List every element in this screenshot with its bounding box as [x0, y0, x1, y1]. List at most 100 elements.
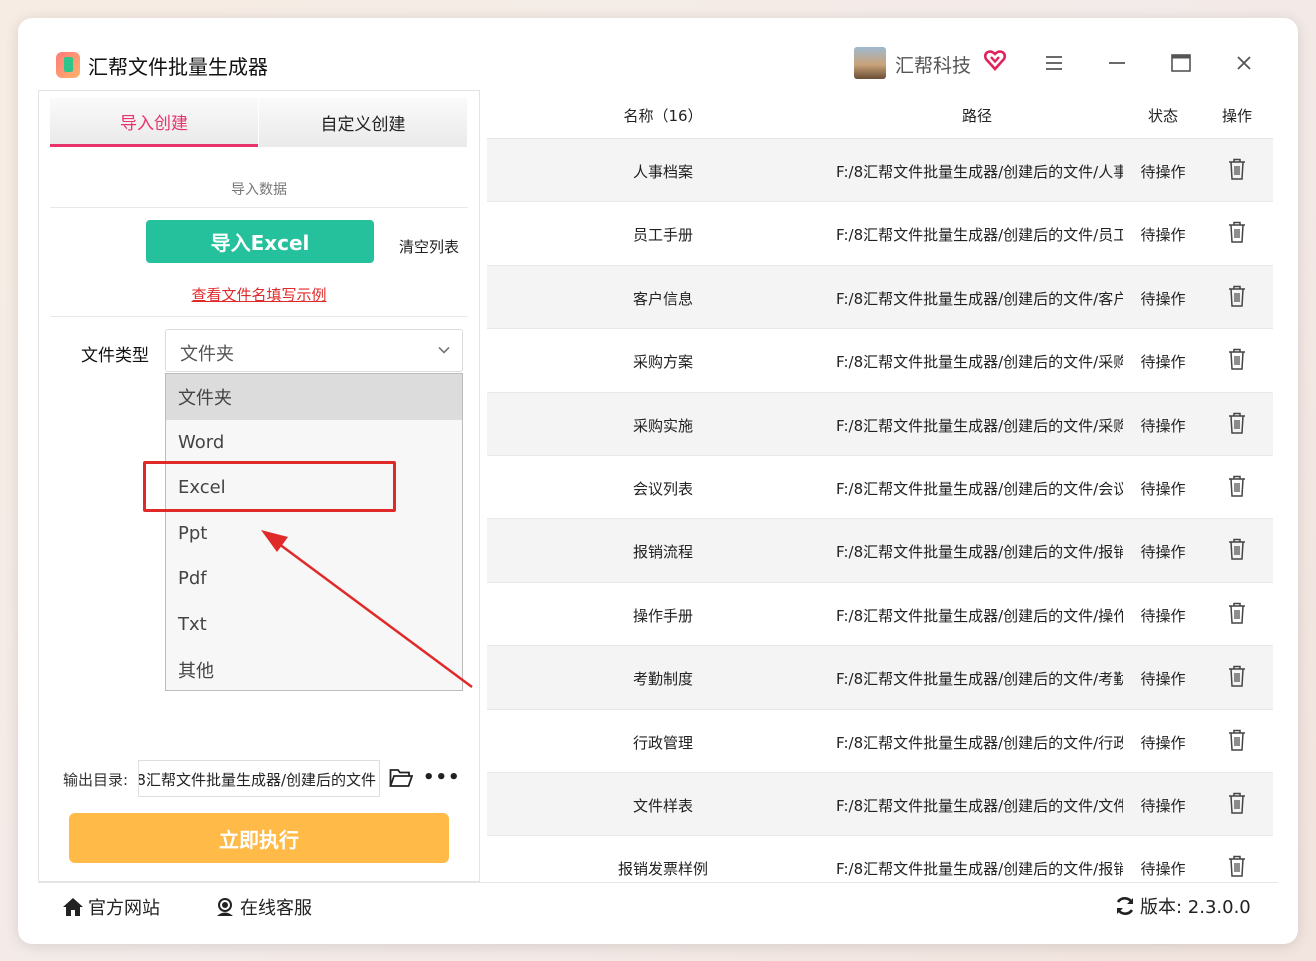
table-row[interactable]: 人事档案 F:/8汇帮文件批量生成器/创建后的文件/人事档案待操作 — [487, 139, 1273, 203]
row-status: 待操作 — [1140, 606, 1186, 625]
table-row[interactable]: 采购方案 F:/8汇帮文件批量生成器/创建后的文件/采购方案待操作 — [487, 329, 1273, 393]
row-path: F:/8汇帮文件批量生成器/创建后的文件/操作手册 — [836, 606, 1123, 625]
row-path: F:/8汇帮文件批量生成器/创建后的文件/人事档案 — [836, 163, 1123, 181]
menu-button[interactable] — [1039, 48, 1069, 78]
run-now-button[interactable]: 立即执行 — [69, 813, 449, 863]
home-icon — [63, 898, 83, 916]
row-status: 待操作 — [1140, 670, 1186, 689]
trash-icon[interactable] — [1228, 538, 1246, 561]
trash-icon[interactable] — [1228, 792, 1246, 814]
row-path: F:/8汇帮文件批量生成器/创建后的文件/文件样表 — [836, 797, 1123, 815]
row-path: F:/8汇帮文件批量生成器/创建后的文件/报销发票样例 — [836, 860, 1123, 879]
dropdown-option-txt[interactable]: Txt — [166, 602, 462, 648]
online-service-label: 在线客服 — [240, 898, 312, 919]
version-label: 版本: 2.3.0.0 — [1140, 897, 1251, 918]
dropdown-option-other[interactable]: 其他 — [166, 647, 462, 693]
row-path: F:/8汇帮文件批量生成器/创建后的文件/报销流程 — [836, 543, 1123, 562]
trash-icon[interactable] — [1228, 855, 1246, 878]
tab-custom-create[interactable]: 自定义创建 — [259, 98, 467, 147]
more-options-icon[interactable]: ••• — [423, 767, 461, 788]
table-row[interactable]: 采购实施 F:/8汇帮文件批量生成器/创建后的文件/采购实施待操作 — [487, 392, 1273, 456]
brand-name: 汇帮科技 — [895, 55, 972, 77]
row-name: 报销流程 — [632, 543, 693, 562]
trash-icon[interactable] — [1228, 665, 1246, 687]
official-site-label: 官方网站 — [88, 898, 160, 919]
row-status: 待操作 — [1140, 860, 1186, 879]
dropdown-option-ppt[interactable]: Ppt — [166, 511, 462, 557]
header-status: 状态 — [1147, 107, 1178, 125]
table-header: 名称（16） 路径 状态 操作 — [487, 90, 1273, 139]
file-type-label: 文件类型 — [81, 346, 149, 366]
file-type-dropdown: 文件夹 Word Excel Ppt Pdf Txt 其他 — [165, 373, 463, 691]
close-button[interactable] — [1229, 48, 1259, 78]
table-row[interactable]: 客户信息 F:/8汇帮文件批量生成器/创建后的文件/客户信息待操作 — [487, 265, 1273, 330]
table-row[interactable]: 报销发票样例 F:/8汇帮文件批量生成器/创建后的文件/报销发票样例待操作 — [487, 836, 1273, 882]
trash-icon[interactable] — [1228, 729, 1246, 751]
table-row[interactable]: 会议列表 F:/8汇帮文件批量生成器/创建后的文件/会议列表待操作 — [487, 456, 1273, 520]
row-status: 待操作 — [1140, 543, 1186, 562]
left-panel: 导入创建 自定义创建 导入数据 导入Excel 清空列表 查看文件名填写示例 文… — [38, 90, 480, 882]
folder-icon[interactable] — [389, 767, 413, 789]
table-row[interactable]: 文件样表 F:/8汇帮文件批量生成器/创建后的文件/文件样表待操作 — [487, 773, 1273, 837]
divider — [50, 316, 468, 317]
vip-heart-icon[interactable] — [983, 48, 1007, 72]
trash-icon[interactable] — [1228, 221, 1246, 244]
row-path: F:/8汇帮文件批量生成器/创建后的文件/考勤制度 — [836, 670, 1123, 689]
file-type-select[interactable]: 文件夹 — [165, 329, 463, 372]
trash-icon[interactable] — [1228, 475, 1246, 497]
table-row[interactable]: 操作手册 F:/8汇帮文件批量生成器/创建后的文件/操作手册待操作 — [487, 583, 1273, 647]
import-excel-button[interactable]: 导入Excel — [146, 220, 374, 263]
trash-icon[interactable] — [1228, 348, 1246, 370]
row-name: 客户信息 — [632, 289, 693, 308]
minimize-icon — [1109, 62, 1125, 64]
divider — [50, 207, 468, 208]
close-icon — [1237, 56, 1251, 70]
output-dir-label: 输出目录: — [63, 771, 129, 789]
row-path: F:/8汇帮文件批量生成器/创建后的文件/采购实施 — [836, 416, 1123, 435]
row-path: F:/8汇帮文件批量生成器/创建后的文件/会议列表 — [836, 480, 1123, 498]
row-name: 采购方案 — [632, 353, 693, 372]
online-service-link[interactable]: 在线客服 — [214, 894, 312, 920]
row-status: 待操作 — [1140, 353, 1186, 372]
row-path: F:/8汇帮文件批量生成器/创建后的文件/员工手册 — [836, 226, 1123, 245]
trash-icon[interactable] — [1228, 412, 1246, 434]
minimize-button[interactable] — [1102, 48, 1132, 78]
trash-icon[interactable] — [1228, 602, 1246, 624]
table-row[interactable]: 考勤制度 F:/8汇帮文件批量生成器/创建后的文件/考勤制度待操作 — [487, 646, 1273, 710]
chevron-down-icon — [438, 346, 450, 354]
dropdown-option-pdf[interactable]: Pdf — [166, 556, 462, 602]
row-path: F:/8汇帮文件批量生成器/创建后的文件/采购方案 — [836, 353, 1123, 372]
table-row[interactable]: 报销流程 F:/8汇帮文件批量生成器/创建后的文件/报销流程待操作 — [487, 519, 1273, 583]
maximize-button[interactable] — [1166, 48, 1196, 78]
row-name: 会议列表 — [632, 480, 693, 498]
official-site-link[interactable]: 官方网站 — [62, 894, 160, 920]
tab-import-create[interactable]: 导入创建 — [50, 98, 258, 147]
dropdown-option-word[interactable]: Word — [166, 420, 462, 466]
trash-icon[interactable] — [1228, 285, 1246, 307]
output-dir-input[interactable]: F:/8汇帮文件批量生成器/创建后的文件 — [138, 760, 380, 797]
file-type-value: 文件夹 — [180, 344, 234, 365]
filename-example-link[interactable]: 查看文件名填写示例 — [50, 284, 468, 305]
file-table: 名称（16） 路径 状态 操作 人事档案 F:/8汇帮文件批量生成器/创建后的文件… — [487, 90, 1273, 882]
app-logo-icon — [56, 52, 80, 78]
row-status: 待操作 — [1140, 797, 1186, 815]
dropdown-option-excel[interactable]: Excel — [166, 465, 462, 511]
header-operation: 操作 — [1221, 107, 1252, 125]
header-path: 路径 — [961, 107, 992, 125]
user-avatar[interactable] — [854, 47, 886, 79]
refresh-icon — [1116, 897, 1134, 915]
app-window: 汇帮文件批量生成器 汇帮科技 导入创建 自定义创建 导入数据 导入Excel 清… — [18, 18, 1298, 944]
version-info[interactable]: 版本: 2.3.0.0 — [1114, 893, 1251, 919]
table-row[interactable]: 员工手册 F:/8汇帮文件批量生成器/创建后的文件/员工手册待操作 — [487, 202, 1273, 266]
hamburger-icon — [1046, 56, 1062, 70]
row-name: 人事档案 — [632, 163, 693, 181]
table-row[interactable]: 行政管理 F:/8汇帮文件批量生成器/创建后的文件/行政管理待操作 — [487, 710, 1273, 773]
dropdown-option-folder[interactable]: 文件夹 — [166, 374, 462, 420]
customer-service-icon — [217, 898, 233, 916]
row-name: 员工手册 — [632, 226, 693, 245]
clear-list-button[interactable]: 清空列表 — [399, 236, 459, 257]
title-bar: 汇帮文件批量生成器 汇帮科技 — [18, 18, 1298, 90]
row-name: 采购实施 — [632, 416, 693, 435]
row-status: 待操作 — [1140, 480, 1186, 498]
trash-icon[interactable] — [1228, 158, 1246, 180]
